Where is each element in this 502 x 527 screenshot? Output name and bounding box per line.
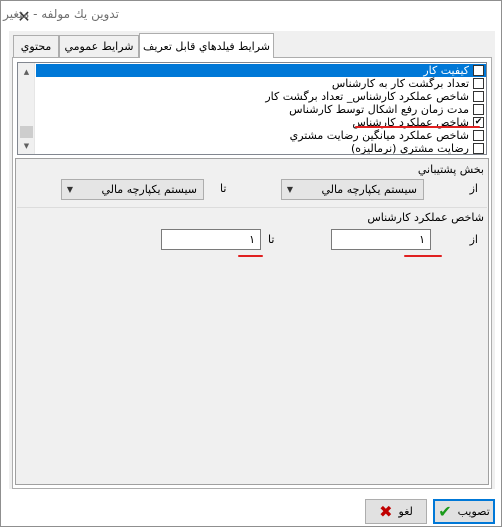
tab-content[interactable]: محتوي [13,35,59,57]
support-from-value: سيستم يكپارچه مالي [321,183,417,196]
field-checklist[interactable]: ▲ ▼ كيفيت كار تعداد برگشت كار به كارشناس… [17,62,487,155]
annotation-underline [404,255,442,257]
support-section-label: بخش پشتيباني [417,163,484,176]
checklist-item-label: شاخص عملكرد ميانگين رضايت مشتري [289,129,469,142]
window-title: تدوين يك مولفه - متغير [3,7,119,21]
support-from-select[interactable]: ▼ سيستم يكپارچه مالي [281,179,424,200]
checkbox[interactable] [473,91,484,102]
support-to-select[interactable]: ▼ سيستم يكپارچه مالي [61,179,204,200]
cancel-label: لغو [398,505,413,518]
checklist-item-label: تعداد برگشت كار به كارشناس [331,77,469,90]
kpi-to-value: ١ [249,233,255,246]
chevron-down-icon: ▼ [66,185,74,194]
checkbox[interactable] [473,65,484,76]
dialog-client: شرايط فيلدهاي قابل تعريف شرايط عمومي محت… [9,31,495,489]
checklist-item-label: كيفيت كار [423,64,469,77]
checklist-item[interactable]: رضايت مشتري (نرماليزه) [36,142,486,155]
tab-panel-custom-fields: ▲ ▼ كيفيت كار تعداد برگشت كار به كارشناس… [12,57,492,489]
kpi-from-value: ١ [419,233,425,246]
kpi-section-label: شاخص عملكرد كارشناس [367,211,484,224]
scroll-down-icon[interactable]: ▼ [18,137,35,154]
support-from-label: از [469,182,478,195]
title-bar: ✕ تدوين يك مولفه - متغير [1,1,501,31]
checklist-item[interactable]: شاخص عملكرد ميانگين رضايت مشتري [36,129,486,142]
dialog-window: ✕ تدوين يك مولفه - متغير شرايط فيلدهاي ق… [0,0,502,527]
annotation-underline [355,126,480,128]
kpi-from-input[interactable]: ١ [331,229,431,250]
kpi-to-label: تا [268,233,275,246]
section-divider [17,207,487,208]
checkbox[interactable] [473,130,484,141]
kpi-from-label: از [469,233,478,246]
filter-panel: بخش پشتيباني از ▼ سيستم يكپارچه مالي تا … [15,158,489,485]
checklist-item[interactable]: كيفيت كار [36,64,486,77]
checklist-item-label: مدت زمان رفع اشكال توسط كارشناس [289,103,469,116]
cancel-button[interactable]: لغو ✖ [365,499,427,524]
checklist-scrollbar[interactable]: ▲ ▼ [18,63,35,154]
support-to-value: سيستم يكپارچه مالي [101,183,197,196]
checklist-item[interactable]: مدت زمان رفع اشكال توسط كارشناس [36,103,486,116]
close-x-icon: ✖ [379,501,393,521]
checklist-item[interactable]: شاخص عملكرد كارشناس_ تعداد برگشت كار [36,90,486,103]
kpi-to-input[interactable]: ١ [161,229,261,250]
support-to-label: تا [220,182,227,195]
annotation-underline [238,255,263,257]
checkmark-icon: ✔ [438,501,452,521]
checkbox[interactable] [473,78,484,89]
scroll-up-icon[interactable]: ▲ [18,63,35,80]
chevron-down-icon: ▼ [286,185,294,194]
checklist-item[interactable]: تعداد برگشت كار به كارشناس [36,77,486,90]
checkbox[interactable] [473,143,484,154]
tab-custom-fields[interactable]: شرايط فيلدهاي قابل تعريف [139,33,274,58]
checklist-item-label: رضايت مشتري (نرماليزه) [350,142,469,155]
checklist-item-label: شاخص عملكرد كارشناس_ تعداد برگشت كار [265,90,469,103]
ok-button[interactable]: تصويب ✔ [433,499,495,524]
checkbox[interactable] [473,104,484,115]
tab-general[interactable]: شرايط عمومي [59,35,139,57]
ok-label: تصويب [457,505,490,518]
